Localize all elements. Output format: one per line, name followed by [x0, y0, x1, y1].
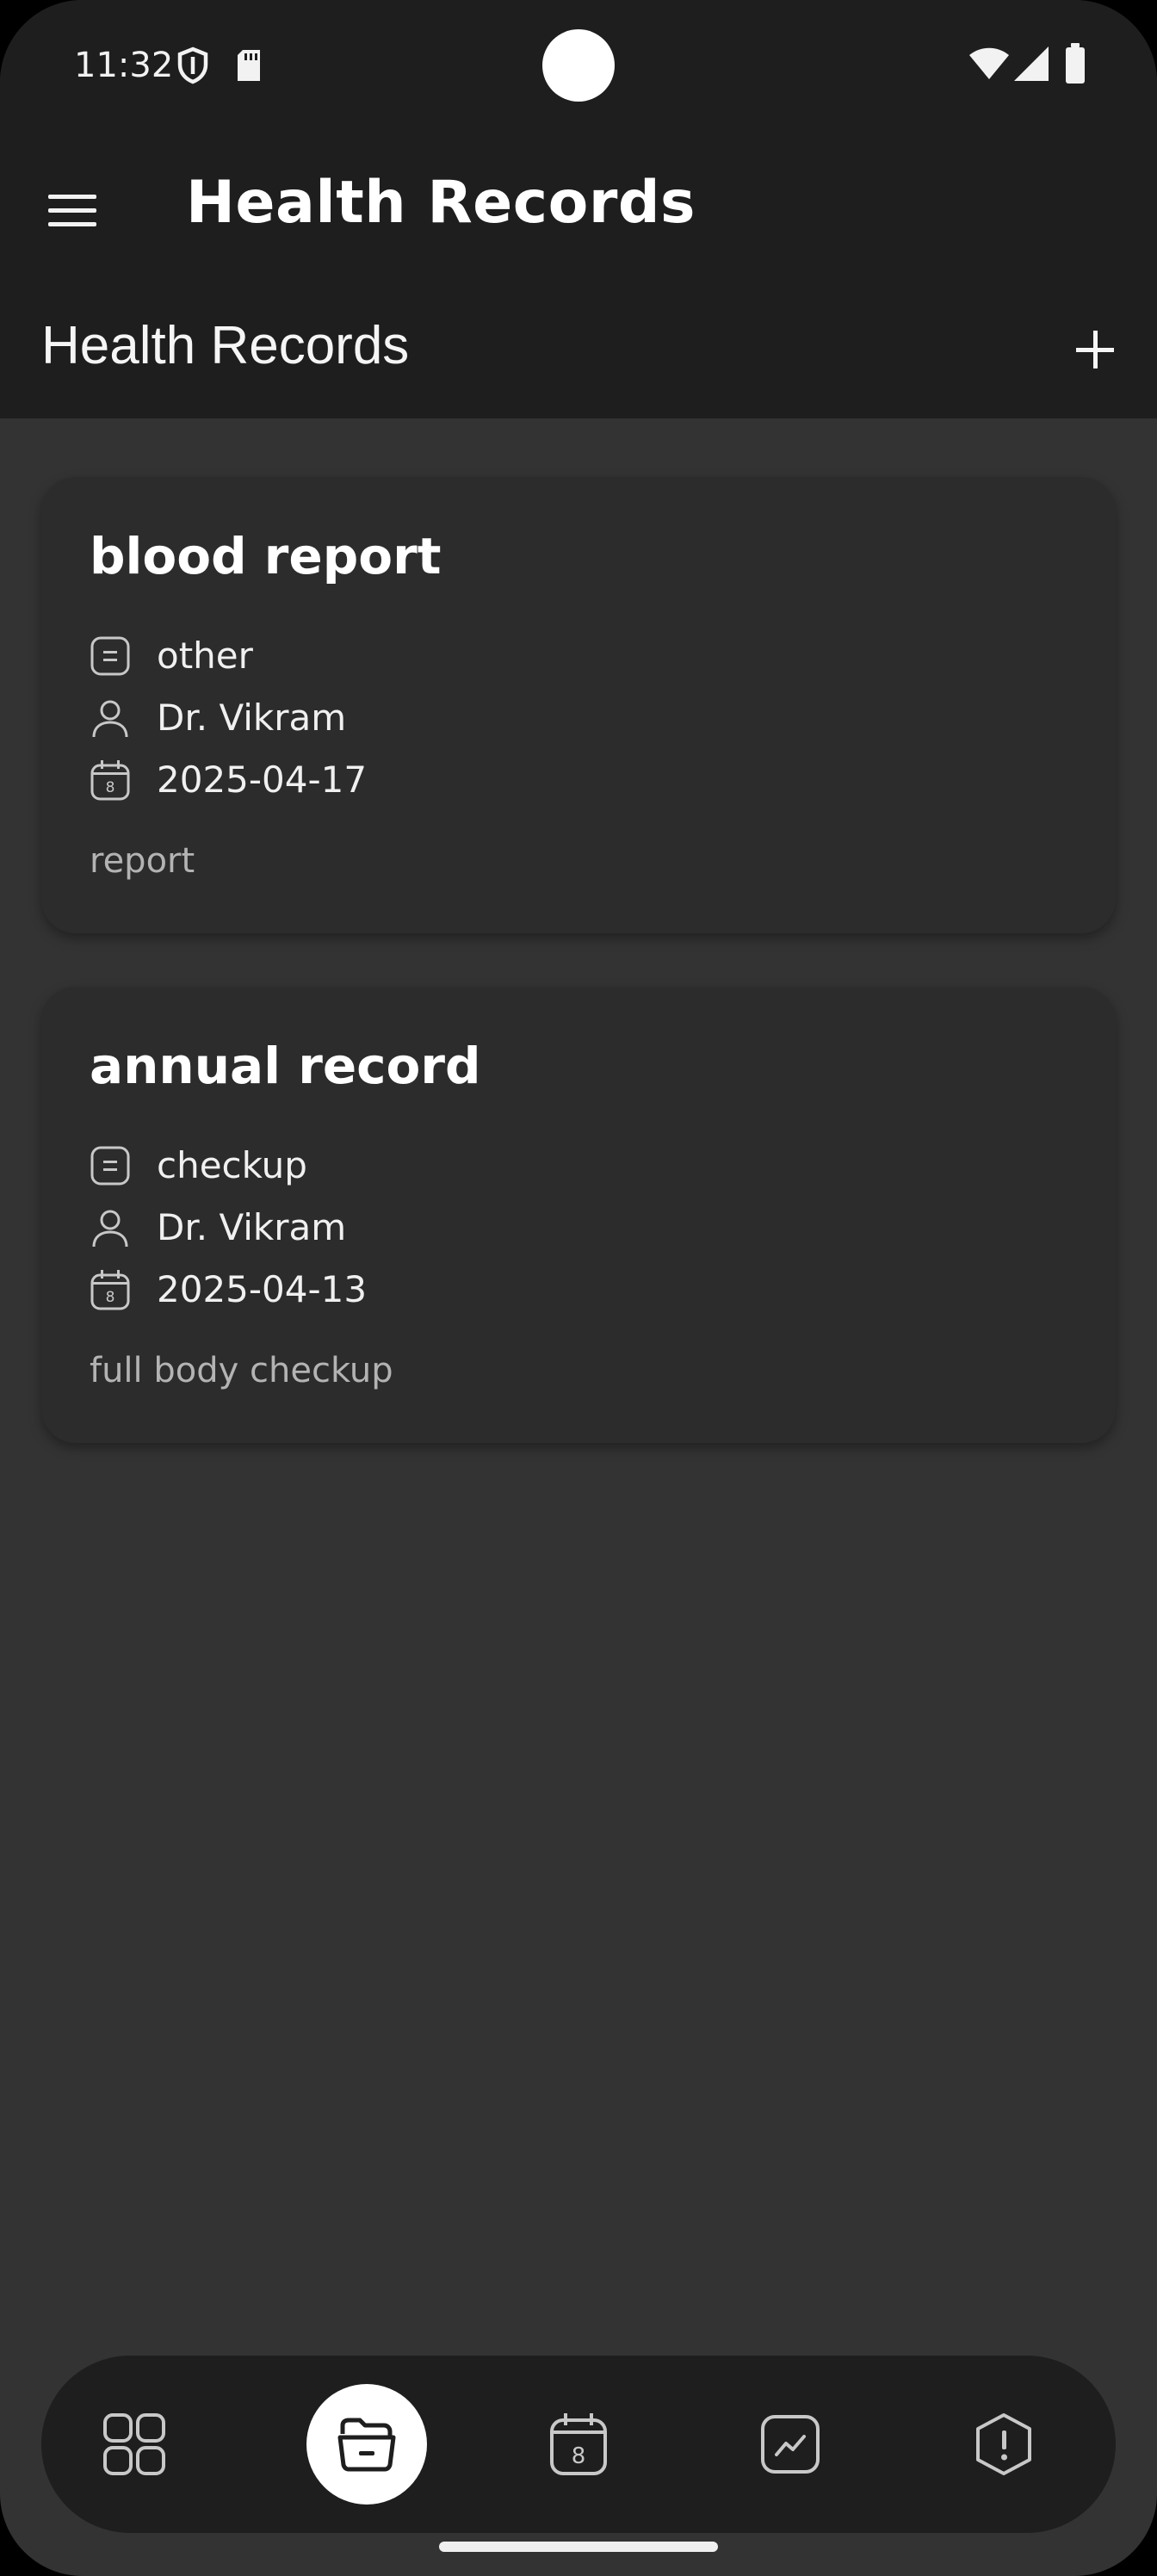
alert-icon [976, 2413, 1031, 2475]
svg-text:8: 8 [106, 1289, 115, 1306]
document-type-icon [90, 636, 130, 676]
signal-icon [1014, 46, 1049, 81]
record-doctor: Dr. Vikram [157, 1206, 347, 1248]
record-description: full body checkup [90, 1351, 393, 1390]
record-description: report [90, 841, 195, 881]
calendar-icon: 8 [550, 2413, 607, 2475]
record-doctor-row: Dr. Vikram [90, 692, 1036, 744]
nav-dashboard[interactable] [74, 2384, 195, 2505]
nav-analytics[interactable] [730, 2384, 851, 2505]
wifi-icon [969, 47, 1009, 79]
nav-records[interactable] [306, 2384, 427, 2505]
document-type-icon [90, 1146, 130, 1186]
record-card[interactable]: annual record checkup Dr. Vikram 8 2025-… [41, 987, 1116, 1443]
record-card[interactable]: blood report other Dr. Vikram 8 2025-04-… [41, 477, 1116, 933]
record-date-row: 8 2025-04-17 [90, 754, 1036, 806]
record-type: other [157, 635, 253, 677]
plus-icon[interactable] [1064, 319, 1126, 381]
record-type-row: other [90, 630, 1036, 682]
record-title: annual record [90, 1037, 481, 1095]
app-bar: Health Records [0, 129, 1157, 276]
status-time: 11:32 [74, 46, 174, 85]
record-date-row: 8 2025-04-13 [90, 1264, 1036, 1316]
dashboard-icon [103, 2413, 165, 2475]
record-date: 2025-04-17 [157, 759, 368, 801]
records-folder-icon [337, 2418, 396, 2472]
shield-icon [177, 46, 208, 84]
record-doctor-row: Dr. Vikram [90, 1202, 1036, 1254]
record-doctor: Dr. Vikram [157, 697, 347, 739]
section-header: Health Records [0, 276, 1157, 418]
status-bar: 11:32 [0, 0, 1157, 129]
calendar-icon: 8 [90, 760, 130, 801]
svg-text:8: 8 [106, 779, 115, 796]
bottom-navigation: 8 [41, 2356, 1116, 2533]
section-title: Health Records [41, 316, 410, 375]
hamburger-menu-icon[interactable] [41, 179, 103, 241]
record-type: checkup [157, 1144, 307, 1186]
chart-icon [761, 2415, 820, 2474]
svg-text:8: 8 [572, 2443, 586, 2469]
calendar-icon: 8 [90, 1270, 130, 1310]
person-icon [92, 1210, 128, 1248]
sd-card-icon [238, 50, 260, 81]
nav-alerts[interactable] [944, 2384, 1064, 2505]
record-type-row: checkup [90, 1140, 1036, 1192]
home-indicator[interactable] [439, 2542, 718, 2552]
person-icon [92, 700, 128, 738]
record-title: blood report [90, 527, 442, 585]
record-date: 2025-04-13 [157, 1268, 368, 1310]
battery-icon [1066, 43, 1085, 84]
camera-cutout [542, 29, 615, 102]
nav-calendar[interactable]: 8 [518, 2384, 639, 2505]
phone-screen: 11:32 Health Records Health Records bloo… [0, 0, 1157, 2576]
app-title: Health Records [186, 169, 696, 237]
